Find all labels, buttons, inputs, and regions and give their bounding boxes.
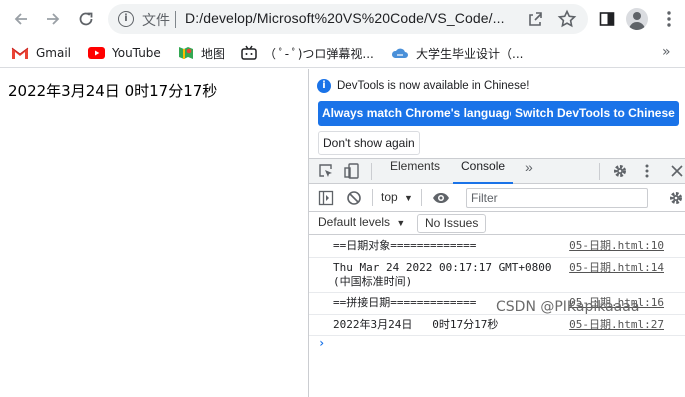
share-icon xyxy=(529,12,542,26)
back-button[interactable] xyxy=(8,6,34,32)
bookmark-label: 地图 xyxy=(201,46,226,61)
info-icon[interactable]: i xyxy=(118,11,134,27)
cloud-icon xyxy=(391,46,409,60)
dont-show-again-button[interactable]: Don't show again xyxy=(318,131,420,155)
toolbar-divider xyxy=(421,189,422,206)
inspect-element-button[interactable] xyxy=(318,163,334,182)
tab-divider xyxy=(599,163,600,180)
console-filter[interactable] xyxy=(466,188,648,208)
page-viewport: 2022年3月24日 0时17分17秒 xyxy=(0,69,308,397)
default-levels-label: Default levels xyxy=(318,215,391,229)
bookmark-label: Gmail xyxy=(36,46,72,60)
address-divider xyxy=(175,11,176,28)
bookmark-maps[interactable]: 地图 xyxy=(178,44,225,62)
profile-avatar[interactable] xyxy=(626,8,648,30)
log-source-link[interactable]: 05-日期.html:10 xyxy=(569,239,664,253)
bookmark-gmail[interactable]: Gmail xyxy=(11,44,71,62)
console-prompt[interactable]: › xyxy=(318,336,325,350)
arrow-left-icon xyxy=(14,13,27,25)
console-toolbar: top ▼ xyxy=(309,184,685,212)
bookmark-star-button[interactable] xyxy=(557,9,577,32)
star-icon xyxy=(557,9,577,28)
browser-toolbar: i 文件 D:/develop/Microsoft%20VS%20Code/VS… xyxy=(0,0,685,38)
bookmarks-bar: Gmail YouTube 地图 （ ﾟ- ﾟ)つロ弹幕视... 大学生毕业设计… xyxy=(0,38,685,68)
bookmark-label: YouTube xyxy=(112,46,161,60)
live-expression-button[interactable] xyxy=(432,190,450,209)
gear-icon xyxy=(670,192,682,204)
more-tabs-button[interactable]: » xyxy=(525,159,533,184)
filter-input[interactable] xyxy=(467,189,647,207)
browser-menu-button[interactable] xyxy=(656,6,682,32)
console-log-row: Thu Mar 24 2022 00:17:17 GMT+0800 (中国标准时… xyxy=(309,258,685,293)
log-source-link[interactable]: 05-日期.html:27 xyxy=(569,318,664,332)
devtools-panel: i DevTools is now available in Chinese! … xyxy=(308,69,685,397)
toolbar-divider xyxy=(372,189,373,206)
kebab-menu-icon xyxy=(667,11,671,27)
bookmark-bilibili[interactable]: （ ﾟ- ﾟ)つロ弹幕视... xyxy=(241,44,374,62)
arrow-right-icon xyxy=(47,13,60,25)
reload-icon xyxy=(79,12,93,26)
triangle-down-icon: ▼ xyxy=(396,218,406,228)
side-panel-button[interactable] xyxy=(594,6,620,32)
tab-elements[interactable]: Elements xyxy=(390,159,440,184)
reload-button[interactable] xyxy=(73,6,99,32)
log-message: Thu Mar 24 2022 00:17:17 GMT+0800 (中国标准时… xyxy=(333,261,552,288)
inspect-cursor-icon xyxy=(319,164,332,177)
eye-icon xyxy=(433,193,449,203)
youtube-icon xyxy=(88,47,105,59)
gear-icon xyxy=(614,165,626,177)
devtools-menu-button[interactable] xyxy=(644,163,650,182)
bookmarks-overflow-button[interactable]: » xyxy=(662,44,671,60)
log-source-link[interactable]: 05-日期.html:14 xyxy=(569,261,664,275)
tab-divider xyxy=(371,163,372,180)
csdn-watermark: CSDN @PIKapikaaaa xyxy=(496,299,640,315)
triangle-down-icon: ▼ xyxy=(404,193,413,203)
share-button[interactable] xyxy=(526,10,544,31)
default-levels-dropdown[interactable]: Default levels ▼ xyxy=(318,215,405,229)
block-icon xyxy=(347,191,361,205)
bookmark-youtube[interactable]: YouTube xyxy=(88,44,161,62)
forward-button[interactable] xyxy=(40,6,66,32)
context-selector[interactable]: top ▼ xyxy=(381,190,413,204)
sidebar-toggle-icon xyxy=(318,190,334,206)
console-levels-bar: Default levels ▼ No Issues xyxy=(309,212,685,235)
maps-icon xyxy=(178,45,194,61)
console-log-row: ==日期对象============= 05-日期.html:10 xyxy=(309,236,685,258)
tab-console[interactable]: Console xyxy=(453,159,514,184)
close-icon xyxy=(671,165,683,177)
page-date-text: 2022年3月24日 0时17分17秒 xyxy=(8,82,218,100)
toggle-sidebar-button[interactable] xyxy=(318,190,334,209)
address-url[interactable]: D:/develop/Microsoft%20VS%20Code/VS_Code… xyxy=(185,10,510,26)
issues-button[interactable]: No Issues xyxy=(417,214,487,233)
address-bar[interactable]: i 文件 D:/develop/Microsoft%20VS%20Code/VS… xyxy=(108,4,588,34)
bookmark-graduation[interactable]: 大学生毕业设计（... xyxy=(391,44,523,62)
always-match-language-button[interactable]: Always match Chrome's language xyxy=(318,101,521,126)
devtools-infobar: i DevTools is now available in Chinese! xyxy=(317,78,529,94)
bookmark-label: 大学生毕业设计（... xyxy=(416,46,524,61)
devtools-tab-strip: Elements Console » xyxy=(309,158,685,184)
gmail-icon xyxy=(11,46,29,60)
side-panel-icon xyxy=(599,12,615,26)
switch-devtools-chinese-button[interactable]: Switch DevTools to Chinese xyxy=(511,101,679,126)
bookmark-label: （ ﾟ- ﾟ)つロ弹幕视... xyxy=(264,46,374,61)
info-icon: i xyxy=(317,79,331,93)
console-settings-button[interactable] xyxy=(668,190,684,209)
devtools-settings-button[interactable] xyxy=(612,163,628,182)
bilibili-icon xyxy=(241,45,257,61)
log-message: ==拼接日期============= xyxy=(333,296,477,309)
context-selector-label: top xyxy=(381,190,398,204)
console-log-row: 2022年3月24日 0时17分17秒 05-日期.html:27 xyxy=(309,315,685,336)
log-message: 2022年3月24日 0时17分17秒 xyxy=(333,318,499,331)
address-scheme-label: 文件 xyxy=(142,13,170,29)
kebab-menu-icon xyxy=(645,164,649,178)
log-message: ==日期对象============= xyxy=(333,239,477,252)
clear-console-button[interactable] xyxy=(346,190,362,209)
devtools-close-button[interactable] xyxy=(670,163,684,182)
infobar-message: DevTools is now available in Chinese! xyxy=(337,80,530,92)
device-mobile-icon xyxy=(344,163,359,179)
device-toolbar-button[interactable] xyxy=(344,163,360,182)
